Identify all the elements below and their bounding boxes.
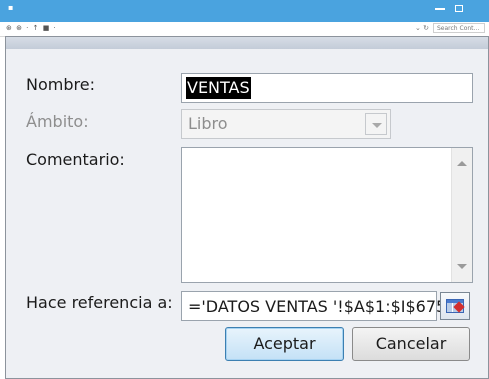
- background-address-toolbar: ⊛ ⊛ · ↑ ■ · ⌄ ↻ Search Cont...: [0, 22, 489, 37]
- scroll-down-icon[interactable]: [457, 264, 467, 269]
- explorer-app-icon: ▪: [8, 3, 14, 12]
- refresh-icon[interactable]: ⌄ ↻: [415, 24, 429, 32]
- collapse-dialog-button[interactable]: [440, 292, 470, 320]
- dialog-title-strip: [6, 37, 488, 49]
- new-name-dialog: Nombre: VENTAS Ámbito: Libro Comentario:…: [5, 36, 489, 379]
- search-input[interactable]: Search Cont...: [433, 23, 485, 33]
- refers-to-input[interactable]: ='DATOS VENTAS '!$A$1:$I$675: [181, 291, 446, 321]
- name-label: Nombre:: [26, 75, 95, 94]
- minimize-icon[interactable]: [435, 8, 445, 10]
- scope-select[interactable]: Libro: [181, 109, 391, 139]
- name-input[interactable]: VENTAS: [181, 73, 473, 103]
- chevron-down-icon[interactable]: [365, 113, 387, 135]
- scope-label: Ámbito:: [26, 112, 89, 131]
- scope-select-value: Libro: [188, 114, 228, 133]
- maximize-icon[interactable]: [455, 5, 463, 12]
- cancel-button[interactable]: Cancelar: [352, 327, 470, 361]
- scroll-up-icon[interactable]: [457, 161, 467, 166]
- refers-to-label: Hace referencia a:: [26, 293, 173, 312]
- navigation-arrows[interactable]: ⊛ ⊛ · ↑ ■ ·: [6, 24, 57, 32]
- accept-button[interactable]: Aceptar: [225, 327, 344, 361]
- background-window-titlebar: ▪: [0, 0, 489, 22]
- refers-to-value: ='DATOS VENTAS '!$A$1:$I$675: [188, 297, 447, 316]
- comment-textarea[interactable]: [181, 147, 473, 283]
- name-input-value: VENTAS: [186, 77, 251, 99]
- comment-scrollbar[interactable]: [451, 148, 472, 282]
- comment-label: Comentario:: [26, 150, 125, 169]
